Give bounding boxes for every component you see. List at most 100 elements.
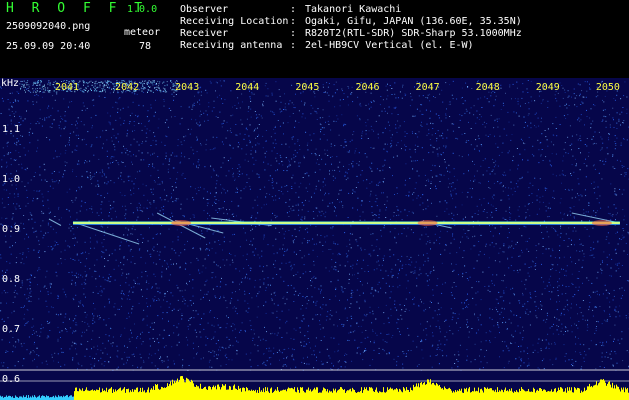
- noise-speck: [367, 227, 369, 229]
- noise-speck: [261, 207, 263, 209]
- noise-speck: [322, 250, 324, 252]
- noise-speck: [290, 284, 292, 286]
- noise-speck: [17, 361, 19, 363]
- noise-speck: [119, 192, 121, 194]
- noise-speck: [511, 334, 513, 336]
- noise-speck: [192, 279, 194, 281]
- noise-speck: [425, 243, 427, 245]
- noise-speck: [494, 99, 496, 101]
- noise-speck: [304, 297, 306, 299]
- noise-speck: [154, 353, 156, 355]
- noise-speck: [494, 135, 495, 137]
- noise-speck: [329, 313, 331, 315]
- noise-speck: [240, 281, 242, 283]
- noise-speck: [503, 245, 505, 247]
- noise-speck: [291, 353, 293, 355]
- noise-speck: [50, 306, 52, 308]
- noise-speck: [96, 259, 98, 261]
- noise-speck: [559, 245, 561, 247]
- file-name: 2509092040.png: [6, 21, 91, 32]
- noise-speck: [489, 340, 490, 342]
- noise-speck: [446, 208, 448, 210]
- noise-speck: [102, 143, 104, 145]
- noise-speck: [37, 284, 38, 286]
- noise-speck: [308, 175, 310, 177]
- noise-speck: [136, 337, 138, 339]
- noise-speck: [543, 368, 545, 370]
- noise-speck: [215, 187, 217, 189]
- noise-speck: [509, 206, 511, 208]
- noise-speck: [503, 317, 504, 318]
- noise-speck: [283, 133, 284, 135]
- noise-speck: [439, 93, 441, 95]
- noise-speck: [624, 215, 626, 217]
- noise-speck: [223, 212, 225, 214]
- noise-speck: [478, 182, 480, 184]
- noise-speck: [7, 292, 9, 294]
- noise-speck: [229, 344, 231, 346]
- noise-speck: [506, 345, 508, 347]
- noise-speck: [13, 113, 15, 115]
- noise-speck: [60, 313, 62, 315]
- noise-speck: [335, 295, 337, 297]
- noise-speck: [376, 261, 378, 263]
- noise-speck: [15, 143, 17, 145]
- noise-speck: [102, 226, 104, 228]
- noise-speck: [345, 253, 347, 255]
- noise-speck: [435, 113, 437, 115]
- info-value-receiver: R820T2(RTL-SDR) SDR-Sharp 53.1000MHz: [305, 28, 522, 39]
- noise-speck: [491, 196, 493, 198]
- noise-speck: [66, 162, 68, 164]
- noise-speck: [618, 268, 620, 269]
- noise-speck: [91, 367, 93, 369]
- noise-speck: [179, 123, 181, 125]
- noise-speck: [440, 307, 442, 309]
- noise-speck: [362, 292, 364, 294]
- noise-speck: [253, 93, 255, 95]
- noise-speck: [38, 256, 40, 258]
- noise-speck: [540, 154, 542, 156]
- noise-speck: [163, 213, 164, 215]
- noise-speck: [564, 360, 566, 362]
- noise-speck: [329, 357, 331, 359]
- noise-speck: [430, 122, 432, 124]
- noise-speck: [322, 245, 324, 246]
- noise-speck: [234, 328, 236, 330]
- noise-speck: [217, 324, 219, 326]
- noise-speck: [546, 139, 548, 141]
- noise-speck: [55, 244, 56, 246]
- noise-speck: [576, 277, 578, 279]
- noise-speck: [346, 354, 348, 356]
- noise-speck: [226, 315, 227, 317]
- noise-speck: [353, 191, 355, 193]
- noise-speck: [550, 298, 551, 300]
- noise-speck: [455, 206, 457, 208]
- noise-speck: [301, 216, 303, 218]
- noise-speck: [401, 233, 403, 235]
- noise-speck: [205, 336, 207, 338]
- noise-speck: [288, 159, 290, 161]
- noise-speck: [142, 295, 143, 297]
- noise-speck: [25, 205, 27, 207]
- noise-speck: [552, 123, 554, 125]
- noise-speck: [185, 135, 187, 137]
- noise-speck: [153, 246, 155, 248]
- noise-speck: [545, 205, 547, 207]
- noise-speck: [489, 308, 491, 310]
- noise-speck: [12, 302, 14, 303]
- noise-speck: [547, 128, 549, 130]
- noise-speck: [427, 236, 429, 238]
- noise-speck: [354, 274, 355, 276]
- noise-speck: [173, 189, 174, 191]
- noise-speck: [256, 316, 258, 318]
- noise-speck: [404, 209, 406, 211]
- noise-speck: [476, 110, 478, 112]
- noise-speck: [527, 358, 529, 360]
- noise-speck: [330, 368, 332, 370]
- noise-speck: [50, 283, 52, 285]
- noise-speck: [311, 296, 313, 298]
- noise-speck: [34, 358, 35, 360]
- noise-speck: [113, 143, 115, 145]
- noise-speck: [446, 231, 448, 233]
- noise-speck: [540, 304, 542, 306]
